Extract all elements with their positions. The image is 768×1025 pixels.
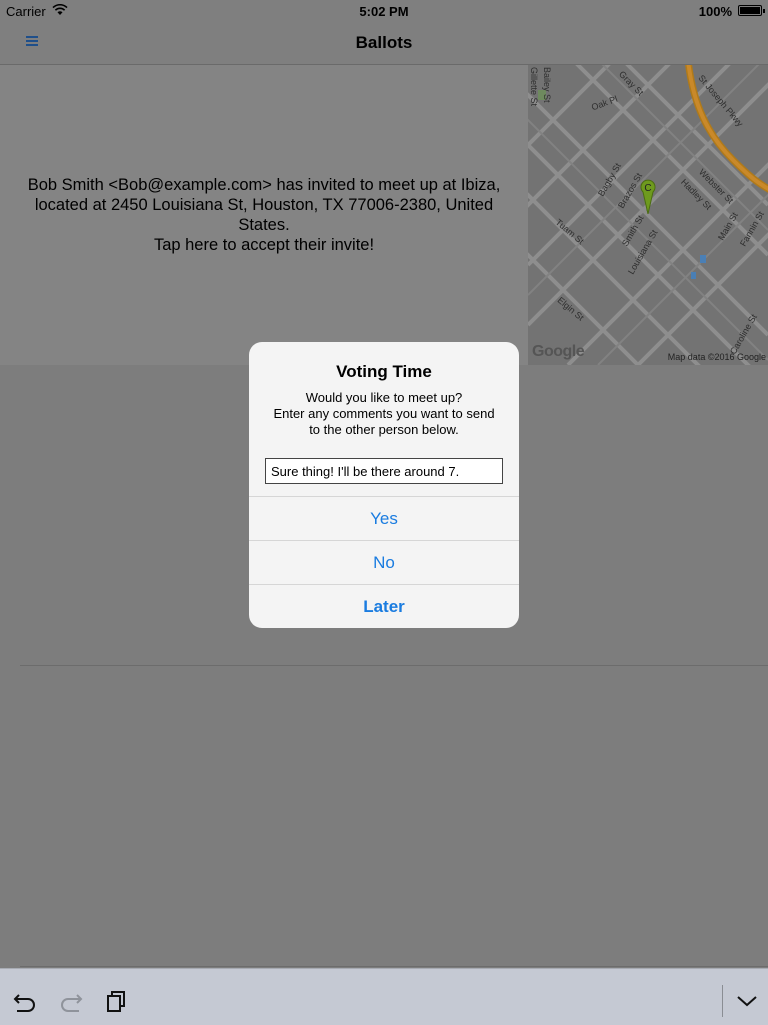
invite-accept-prompt[interactable]: Tap here to accept their invite! [10, 235, 518, 255]
battery-icon [738, 5, 765, 16]
chevron-down-icon[interactable] [734, 989, 760, 1013]
keyboard-shortcut-toolbar [0, 968, 768, 1025]
redo-icon[interactable] [58, 989, 84, 1013]
undo-icon[interactable] [12, 989, 38, 1013]
alert-title: Voting Time [336, 362, 432, 381]
navigation-bar: Ballots [0, 22, 768, 65]
alert-message-line: Enter any comments you want to send [273, 406, 495, 421]
street-label: Gillette St [529, 67, 539, 107]
invite-message: Bob Smith <Bob@example.com> has invited … [27, 176, 501, 234]
separator [20, 966, 768, 967]
toolbar-divider [722, 985, 723, 1017]
invite-text[interactable]: Bob Smith <Bob@example.com> has invited … [10, 175, 518, 255]
status-bar: Carrier 5:02 PM 100% [0, 0, 768, 22]
google-logo: Google [532, 343, 585, 360]
battery-percentage: 100% [698, 4, 732, 19]
alert-message: Would you like to meet up? Enter any com… [259, 390, 509, 438]
alert-message-line: Would you like to meet up? [305, 390, 463, 405]
yes-button[interactable]: Yes [249, 496, 519, 541]
invite-card[interactable]: Bob Smith <Bob@example.com> has invited … [0, 65, 528, 365]
comment-input[interactable] [265, 458, 503, 484]
no-button[interactable]: No [249, 540, 519, 585]
alert-message-line: to the other person below. [309, 422, 459, 437]
location-map[interactable]: Gray St St Joseph Pkwy Bailey St Gillett… [528, 65, 768, 365]
later-button[interactable]: Later [249, 584, 519, 628]
page-title: Ballots [355, 33, 413, 52]
separator [20, 665, 768, 666]
voting-time-alert: Voting Time Would you like to meet up? E… [249, 342, 519, 628]
street-label: Bailey St [542, 67, 552, 103]
paste-icon[interactable] [104, 989, 130, 1013]
clock-time: 5:02 PM [359, 4, 409, 19]
map-pin-label: C [644, 183, 651, 194]
map-pin-icon: C [640, 179, 656, 214]
map-credit: Map data ©2016 Google [667, 352, 766, 362]
